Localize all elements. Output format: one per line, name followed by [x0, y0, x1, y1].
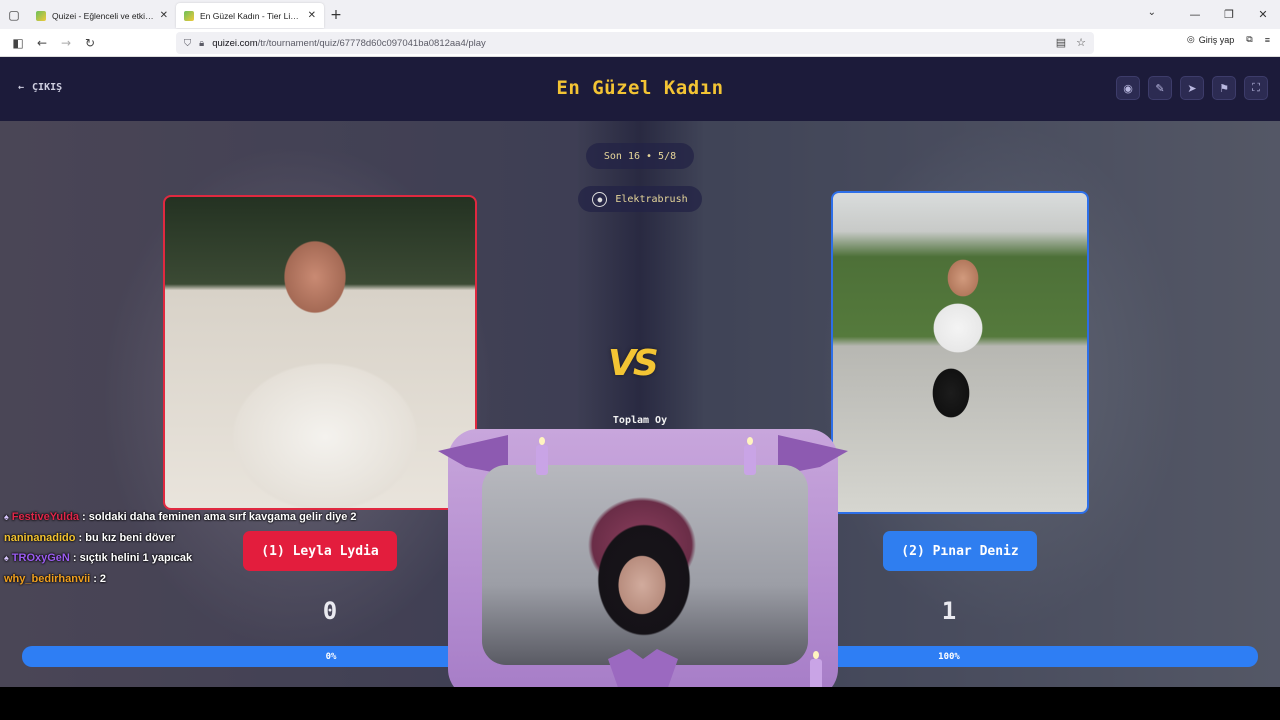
account-icon: ◎ [1186, 34, 1195, 44]
chat-message: why_bedirhanvii : 2 [4, 569, 357, 590]
browser-tabbar: ▢ Quizei - Eğlenceli ve etkileşimli ✕ En… [0, 0, 1280, 29]
shield-icon: ⛉ [184, 37, 192, 49]
quiz-title: En Güzel Kadın [556, 77, 724, 99]
vote-right-button[interactable]: (2) Pınar Deniz [883, 531, 1037, 571]
chat-badge-icon: ♠ [4, 553, 9, 564]
new-tab-button[interactable]: + [324, 7, 348, 23]
lock-icon: 🔒︎ [199, 37, 205, 49]
chat-text: : bu kız beni döver [78, 531, 176, 544]
webcam-overlay [438, 429, 848, 687]
total-votes-label: Toplam Oy [612, 415, 668, 426]
chat-username: TROxyGeN [11, 552, 70, 565]
reload-icon[interactable]: ↻ [78, 36, 102, 50]
candle-icon [744, 437, 756, 475]
chat-text: : soldaki daha feminen ama sırf kavgama … [82, 511, 357, 523]
chat-username: naninanadido [4, 531, 76, 544]
browser-tab-current[interactable]: En Güzel Kadın - Tier List, Kör S ✕ [176, 3, 324, 28]
candle-icon [536, 437, 548, 475]
eye-icon[interactable]: ◉ [1116, 76, 1140, 100]
minimize-icon[interactable]: — [1178, 8, 1212, 21]
url-host: quizei.com [212, 37, 258, 49]
sidebar-toggle-icon[interactable]: ◧ [6, 36, 30, 50]
tab-list-icon[interactable]: ▢ [0, 0, 28, 29]
tab-title: Quizei - Eğlenceli ve etkileşimli [52, 10, 154, 21]
chevron-down-icon[interactable]: ⌄ [1148, 7, 1156, 18]
send-icon[interactable]: ➤ [1180, 76, 1204, 100]
quiz-page: ← ÇIKIŞ En Güzel Kadın ◉ ✎ ➤ ⚑ ⛶ Son 16 … [0, 57, 1280, 687]
vs-lightning-icon: VS [608, 343, 659, 384]
bottom-strip [0, 687, 1280, 720]
right-score: 1 [941, 597, 957, 625]
window-controls: — ❐ ✕ [1178, 0, 1280, 29]
candle-icon [810, 651, 822, 687]
header-actions: ◉ ✎ ➤ ⚑ ⛶ [1116, 76, 1268, 100]
chat-message: ♠ FestiveYulda : soldaki daha feminen am… [4, 507, 357, 528]
quizei-favicon-icon [36, 10, 46, 21]
browser-navbar: ◧ ← → ↻ ⛉ 🔒︎ quizei.com/tr/tournament/qu… [0, 29, 1280, 57]
round-indicator: Son 16 • 5/8 [586, 143, 694, 169]
url-path: /tr/tournament/quiz/67778d60c097041ba081… [257, 37, 486, 49]
login-label: Giriş yap [1198, 34, 1235, 45]
forward-icon[interactable]: → [54, 36, 78, 50]
extensions-icon[interactable]: ⧉ [1246, 34, 1252, 45]
stream-chat: ♠ FestiveYulda : soldaki daha feminen am… [4, 507, 357, 590]
chat-text: : sıçtık helini 1 yapıcak [72, 552, 193, 565]
author-badge[interactable]: ● Elektrabrush [578, 186, 702, 212]
browser-tab-quizei[interactable]: Quizei - Eğlenceli ve etkileşimli ✕ [28, 3, 176, 28]
back-icon[interactable]: ← [30, 36, 54, 50]
edit-icon[interactable]: ✎ [1148, 76, 1172, 100]
chat-message: naninanadido : bu kız beni döver [4, 528, 357, 549]
restore-icon[interactable]: ❐ [1212, 8, 1246, 21]
webcam-video [482, 465, 808, 665]
chat-text: : 2 [93, 573, 107, 586]
chat-message: ♠ TROxyGeN : sıçtık helini 1 yapıcak [4, 548, 357, 569]
tab-close-icon[interactable]: ✕ [160, 10, 168, 21]
chat-username: why_bedirhanvii [4, 573, 91, 586]
quizei-favicon-icon [184, 10, 194, 21]
chat-badge-icon: ♠ [4, 512, 9, 522]
contestant-left-photo[interactable] [163, 195, 477, 510]
tab-title: En Güzel Kadın - Tier List, Kör S [200, 10, 302, 21]
left-score: 0 [322, 597, 338, 625]
user-avatar-icon: ● [592, 191, 608, 207]
menu-icon[interactable]: ≡ [1265, 35, 1270, 45]
flag-icon[interactable]: ⚑ [1212, 76, 1236, 100]
close-window-icon[interactable]: ✕ [1246, 8, 1280, 21]
tab-close-icon[interactable]: ✕ [308, 10, 316, 21]
login-button[interactable]: ◎ Giriş yap [1187, 34, 1234, 45]
chat-username: FestiveYulda [11, 511, 80, 523]
reader-mode-icon[interactable]: ▤ [1056, 36, 1066, 49]
fullscreen-icon[interactable]: ⛶ [1244, 76, 1268, 100]
contestant-right-photo[interactable] [831, 191, 1089, 514]
author-name: Elektrabrush [615, 193, 688, 205]
bookmark-star-icon[interactable]: ☆ [1076, 36, 1086, 49]
url-bar[interactable]: ⛉ 🔒︎ quizei.com/tr/tournament/quiz/67778… [176, 32, 1094, 54]
quiz-header: ← ÇIKIŞ En Güzel Kadın ◉ ✎ ➤ ⚑ ⛶ [0, 57, 1280, 121]
